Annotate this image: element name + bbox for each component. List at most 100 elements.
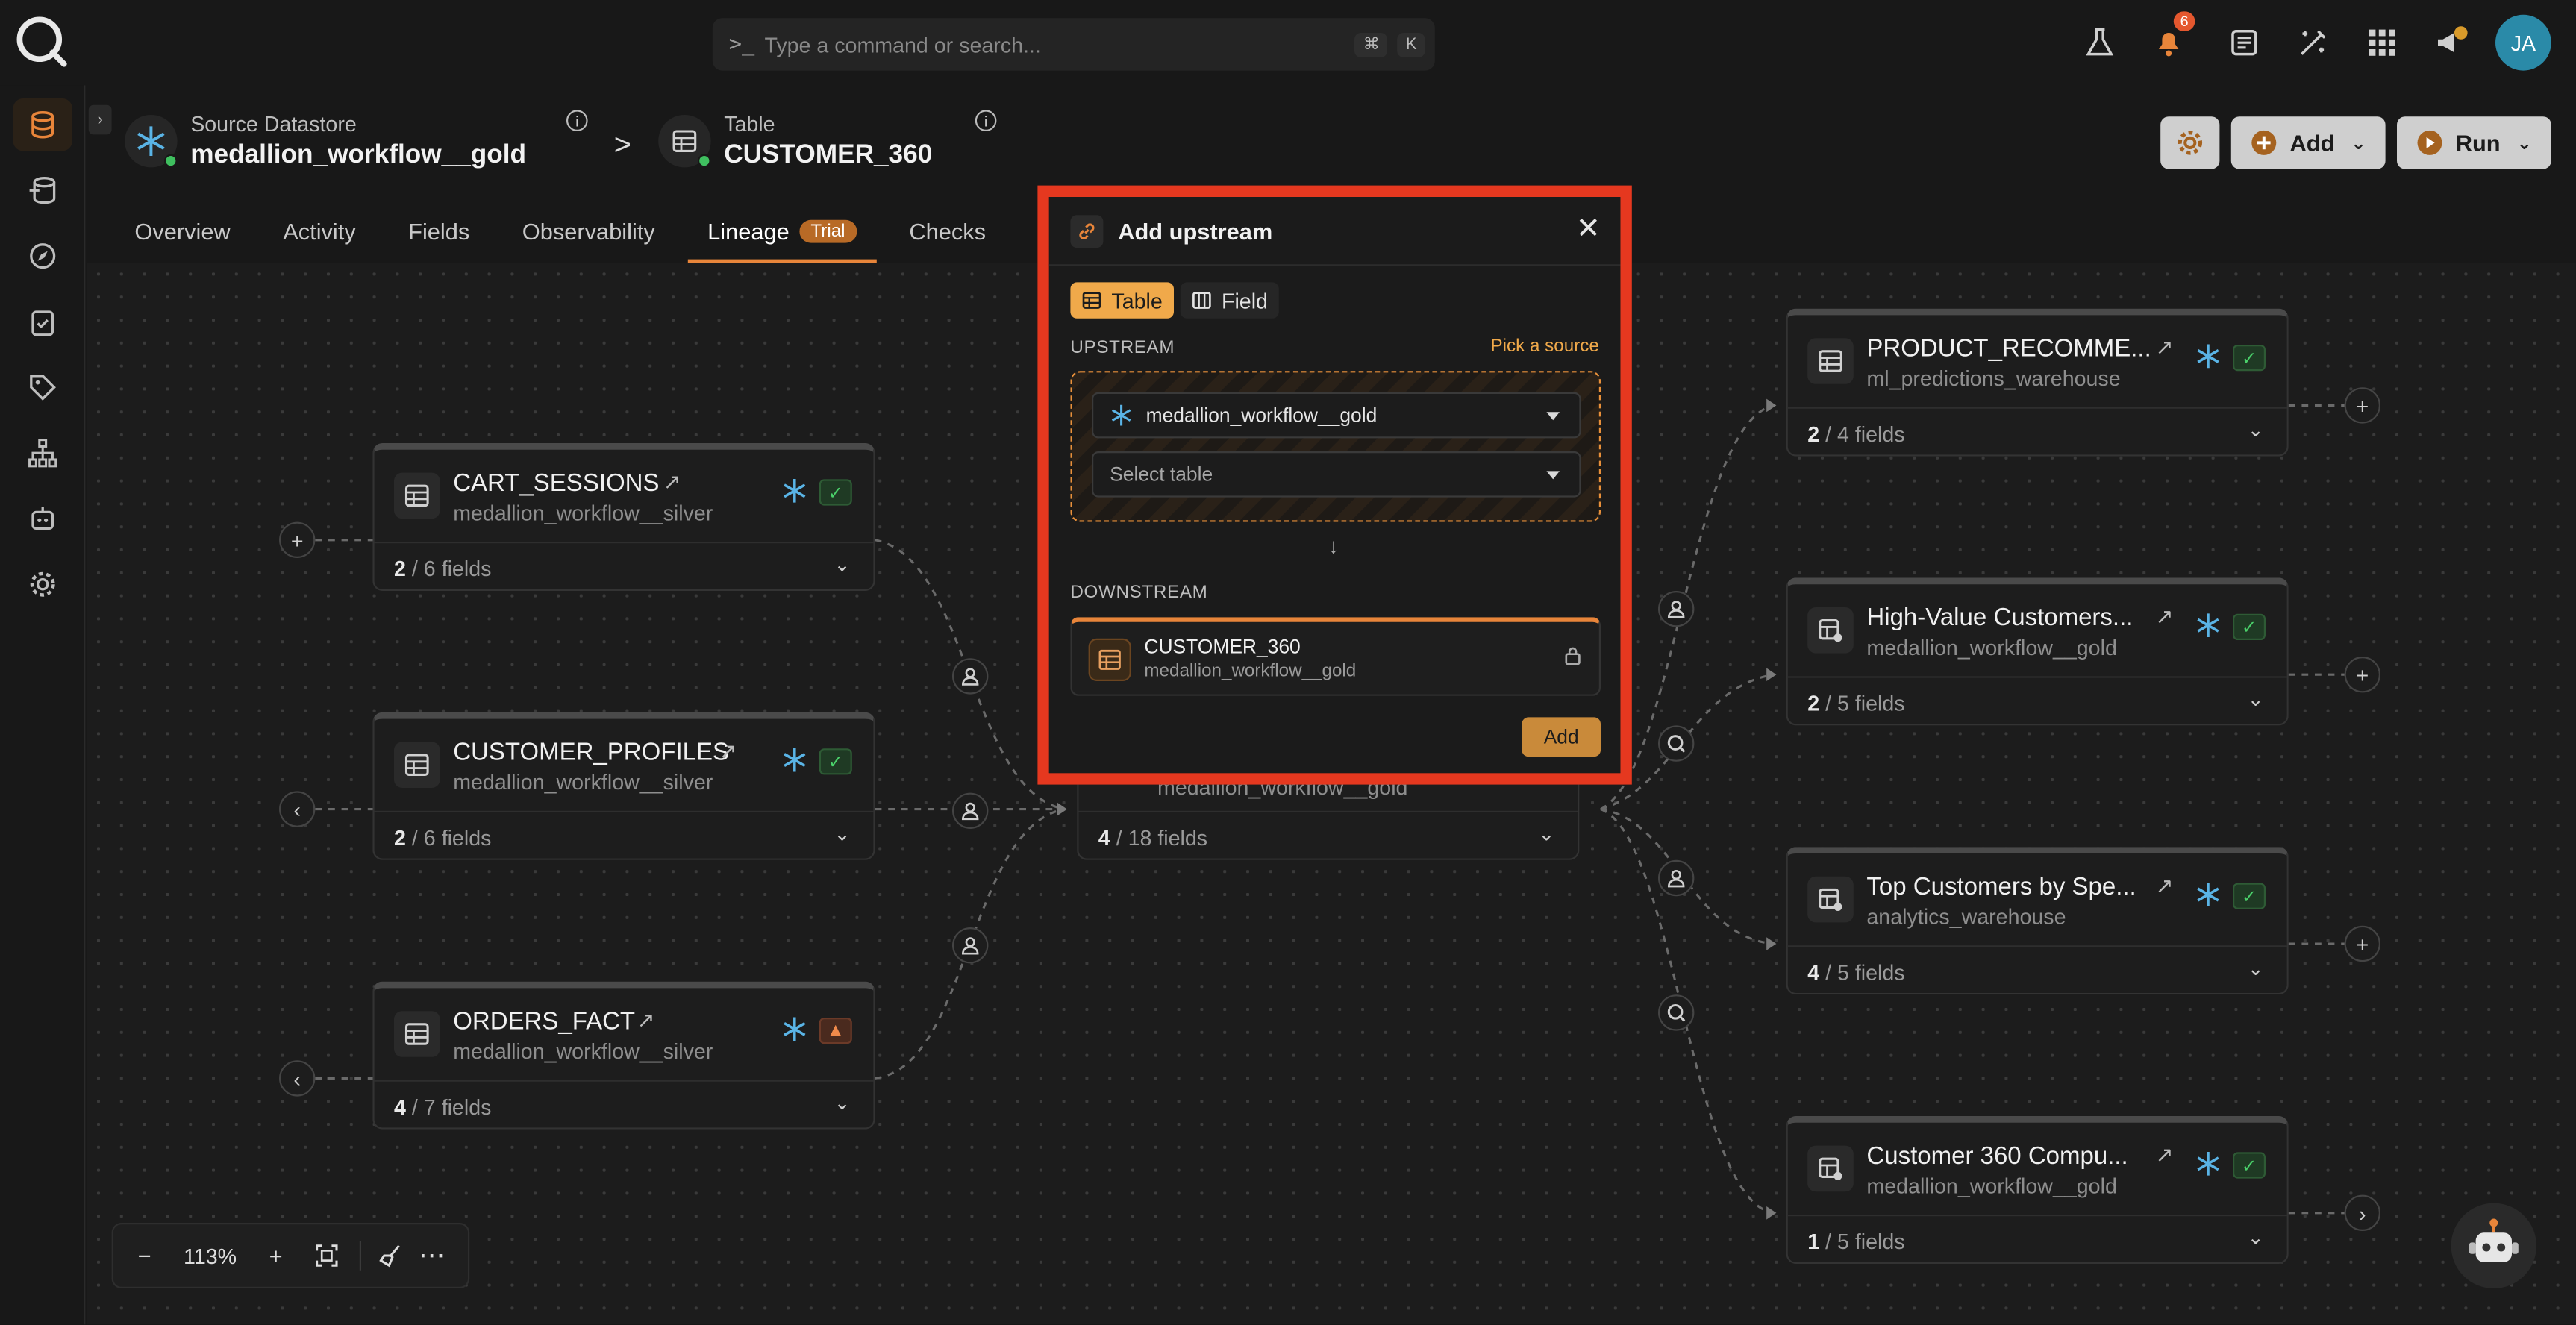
fit-view-icon[interactable] bbox=[307, 1244, 346, 1268]
fields-shown: 4 bbox=[394, 1094, 406, 1120]
chevron-down-icon[interactable]: ⌄ bbox=[834, 553, 850, 576]
fields-total: / 5 fields bbox=[1825, 691, 1905, 716]
snowflake-icon bbox=[784, 748, 806, 772]
segment-field-button[interactable]: Field bbox=[1180, 282, 1280, 319]
upstream-section-label: UPSTREAM bbox=[1070, 338, 1175, 358]
fields-shown: 2 bbox=[394, 825, 406, 851]
chevron-down-icon[interactable]: ⌄ bbox=[834, 822, 850, 845]
dialog-title: Add upstream bbox=[1118, 218, 1273, 245]
open-external-icon[interactable]: ↗ bbox=[2156, 604, 2174, 630]
lineage-node-orders-fact[interactable]: ORDERS_FACT ↗ medallion_workflow__silver… bbox=[372, 981, 875, 1130]
downstream-card: CUSTOMER_360 medallion_workflow__gold bbox=[1070, 617, 1601, 696]
downstream-section-label: DOWNSTREAM bbox=[1070, 583, 1208, 603]
chevron-down-icon[interactable]: ⌄ bbox=[2248, 957, 2264, 980]
open-external-icon[interactable]: ↗ bbox=[719, 739, 737, 765]
snowflake-icon bbox=[784, 1017, 806, 1041]
node-fields-row[interactable]: 1 / 5 fields ⌄ bbox=[1787, 1215, 2287, 1264]
open-external-icon[interactable]: ↗ bbox=[2156, 335, 2174, 361]
chevron-down-icon[interactable]: ⌄ bbox=[2248, 419, 2264, 442]
check-status-icon: ✓ bbox=[819, 748, 852, 775]
table-icon bbox=[1088, 638, 1131, 681]
upstream-selection-box: medallion_workflow__gold Select table bbox=[1070, 371, 1601, 522]
collapse-upstream-button[interactable]: ‹ bbox=[279, 1060, 316, 1097]
expand-downstream-button[interactable]: › bbox=[2344, 1194, 2380, 1231]
chevron-down-icon[interactable]: ⌄ bbox=[1538, 822, 1554, 845]
lineage-node-customer-profiles[interactable]: CUSTOMER_PROFILES ↗ medallion_workflow__… bbox=[372, 712, 875, 860]
caret-down-icon bbox=[1546, 411, 1560, 420]
open-external-icon[interactable]: ↗ bbox=[663, 469, 681, 495]
user-edge-icon[interactable] bbox=[1658, 591, 1695, 627]
fields-total: / 5 fields bbox=[1825, 960, 1905, 985]
expand-downstream-plus-button[interactable]: + bbox=[2344, 925, 2380, 962]
node-fields-row[interactable]: 4 / 18 fields ⌄ bbox=[1078, 810, 1578, 860]
node-datastore: medallion_workflow__silver bbox=[453, 769, 713, 795]
node-title: High-Value Customers... bbox=[1866, 604, 2133, 632]
chevron-down-icon[interactable]: ⌄ bbox=[2248, 1226, 2264, 1249]
chevron-down-icon[interactable]: ⌄ bbox=[834, 1091, 850, 1115]
table-icon bbox=[394, 742, 440, 788]
fields-shown: 4 bbox=[1098, 825, 1110, 851]
add-upstream-submit-button[interactable]: Add bbox=[1522, 717, 1601, 757]
node-fields-row[interactable]: 4 / 5 fields ⌄ bbox=[1787, 945, 2287, 994]
snowflake-icon bbox=[784, 478, 806, 503]
more-options-icon[interactable]: ⋯ bbox=[407, 1239, 457, 1272]
node-datastore: medallion_workflow__silver bbox=[453, 501, 713, 525]
table-select-placeholder: Select table bbox=[1110, 463, 1213, 486]
segment-table-button[interactable]: Table bbox=[1070, 282, 1175, 319]
link-icon bbox=[1070, 215, 1104, 248]
add-upstream-dialog: Add upstream ✕ Table Field UPSTREAM Pick… bbox=[1048, 197, 1621, 774]
warning-status-icon: ▲ bbox=[819, 1018, 852, 1044]
fields-shown: 2 bbox=[1807, 691, 1820, 716]
zoom-out-button[interactable]: − bbox=[113, 1242, 176, 1268]
node-fields-row[interactable]: 2 / 5 fields ⌄ bbox=[1787, 676, 2287, 725]
dialog-header: Add upstream ✕ bbox=[1048, 197, 1621, 266]
downstream-table-name: CUSTOMER_360 bbox=[1144, 635, 1301, 659]
node-fields-row[interactable]: 2 / 6 fields ⌄ bbox=[374, 810, 874, 860]
expand-upstream-plus-button[interactable]: + bbox=[279, 521, 316, 558]
assistant-robot-button[interactable] bbox=[2451, 1203, 2536, 1288]
computed-table-icon bbox=[1807, 876, 1854, 923]
fields-shown: 4 bbox=[1807, 960, 1820, 985]
lineage-node-high-value-customers[interactable]: High-Value Customers... ↗ medallion_work… bbox=[1786, 577, 2289, 726]
close-icon[interactable]: ✕ bbox=[1576, 212, 1601, 246]
expand-downstream-plus-button[interactable]: + bbox=[2344, 387, 2380, 424]
qualytics-edge-icon[interactable] bbox=[1658, 725, 1695, 762]
datastore-select[interactable]: medallion_workflow__gold bbox=[1092, 392, 1581, 439]
expand-downstream-plus-button[interactable]: + bbox=[2344, 657, 2380, 693]
table-icon bbox=[1807, 338, 1854, 384]
user-edge-icon[interactable] bbox=[952, 792, 989, 829]
open-external-icon[interactable]: ↗ bbox=[2156, 1142, 2174, 1168]
node-fields-row[interactable]: 2 / 4 fields ⌄ bbox=[1787, 407, 2287, 457]
check-status-icon: ✓ bbox=[2233, 1152, 2266, 1179]
lock-icon bbox=[1565, 647, 1581, 665]
open-external-icon[interactable]: ↗ bbox=[637, 1008, 655, 1034]
node-datastore: medallion_workflow__gold bbox=[1866, 1174, 2117, 1198]
user-edge-icon[interactable] bbox=[1658, 859, 1695, 897]
zoom-in-button[interactable]: + bbox=[245, 1242, 307, 1268]
lineage-node-customer-360-computed[interactable]: Customer 360 Compu... ↗ medallion_workfl… bbox=[1786, 1116, 2289, 1264]
snowflake-icon bbox=[2197, 883, 2219, 906]
lineage-node-cart-sessions[interactable]: CART_SESSIONS ↗ medallion_workflow__silv… bbox=[372, 443, 875, 591]
qualytics-edge-icon[interactable] bbox=[1658, 994, 1695, 1031]
node-datastore: ml_predictions_warehouse bbox=[1866, 366, 2121, 391]
chevron-down-icon[interactable]: ⌄ bbox=[2248, 688, 2264, 711]
fields-total: / 6 fields bbox=[411, 825, 492, 851]
table-select[interactable]: Select table bbox=[1092, 451, 1581, 498]
collapse-upstream-button[interactable]: ‹ bbox=[279, 791, 316, 827]
user-edge-icon[interactable] bbox=[952, 658, 989, 695]
node-title: ORDERS_FACT bbox=[453, 1007, 636, 1036]
node-fields-row[interactable]: 2 / 6 fields ⌄ bbox=[374, 542, 874, 591]
user-edge-icon[interactable] bbox=[952, 927, 989, 964]
fields-total: / 6 fields bbox=[411, 556, 492, 581]
fields-total: / 7 fields bbox=[411, 1094, 492, 1120]
downstream-datastore-name: medallion_workflow__gold bbox=[1144, 661, 1357, 681]
node-datastore: medallion_workflow__gold bbox=[1866, 635, 2117, 660]
lineage-node-top-customers[interactable]: Top Customers by Spe... ↗ analytics_ware… bbox=[1786, 847, 2289, 995]
lineage-node-product-recommendations[interactable]: PRODUCT_RECOMME... ↗ ml_predictions_ware… bbox=[1786, 308, 2289, 457]
columns-icon bbox=[1192, 292, 1211, 309]
snowflake-icon bbox=[2197, 613, 2219, 638]
node-fields-row[interactable]: 4 / 7 fields ⌄ bbox=[374, 1080, 874, 1130]
node-title: CART_SESSIONS bbox=[453, 469, 660, 498]
broom-icon[interactable] bbox=[375, 1244, 407, 1268]
open-external-icon[interactable]: ↗ bbox=[2156, 873, 2174, 899]
